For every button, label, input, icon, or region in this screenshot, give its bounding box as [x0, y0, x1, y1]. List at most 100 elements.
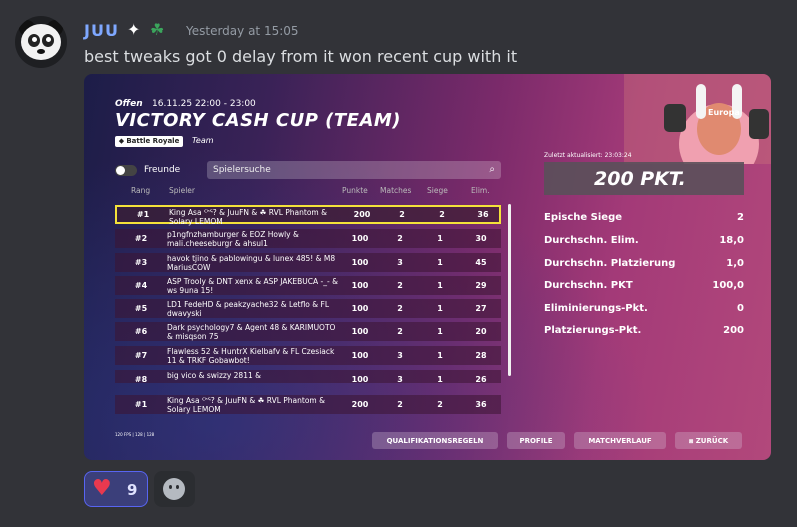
points: 100: [351, 281, 369, 290]
elims: 20: [475, 327, 487, 336]
table-row[interactable]: #3 havok tjino & pablowingu & lunex 485! …: [115, 253, 501, 272]
rank: #7: [134, 351, 148, 360]
stat-label: Epische Siege: [544, 212, 623, 223]
matches: 2: [397, 234, 403, 243]
rules-button[interactable]: QUALIFIKATIONSREGELN: [372, 432, 498, 449]
rank: #5: [134, 304, 148, 313]
col-matches: Matches: [380, 186, 412, 195]
timestamp[interactable]: Yesterday at 15:05: [186, 24, 299, 38]
elims: 26: [475, 375, 487, 383]
team-names: p1ngfnzhamburger & EOZ Howly & mali.chee…: [167, 230, 299, 248]
avatar-eye: [42, 34, 54, 47]
elims: 27: [475, 304, 487, 313]
points: 100: [351, 234, 369, 243]
scrollbar[interactable]: [508, 204, 511, 376]
matches: 2: [397, 304, 403, 313]
avatar-eye: [28, 34, 40, 47]
rank: #8: [134, 375, 148, 383]
elims: 36: [475, 400, 487, 409]
sparkle-icon: ✦: [127, 20, 141, 39]
wins: 1: [437, 375, 443, 383]
rank: #4: [134, 281, 148, 290]
mode-badge: ⬥ Battle Royale: [115, 136, 184, 147]
wins: 2: [437, 400, 443, 409]
table-row[interactable]: #8 big vico & swizzy 2811 & 100 3 1 26: [115, 370, 501, 383]
rank: #3: [134, 258, 148, 267]
tournament-title: VICTORY CASH CUP (TEAM): [115, 110, 402, 131]
rank: #1: [136, 210, 150, 219]
last-updated: Zuletzt aktualisiert: 23:03:24: [544, 152, 632, 159]
points: 100: [351, 327, 369, 336]
table-row[interactable]: #1 King Asa ᑦᑋᕐ? & JuuFN & ☘ RVL Phantom …: [115, 205, 501, 226]
matches: 3: [397, 258, 403, 267]
team-names: ASP Trooly & DNT xenx & ASP JAKEBUCA -_-…: [167, 277, 338, 295]
rank: #2: [134, 234, 148, 243]
match-history-button[interactable]: MATCHVERLAUF: [574, 432, 666, 449]
points: 100: [351, 351, 369, 360]
elims: 30: [475, 234, 487, 243]
points: 100: [351, 375, 369, 383]
mode-type: Team: [192, 136, 214, 145]
stat-label: Platzierungs-Pkt.: [544, 325, 642, 336]
col-points: Punkte: [342, 186, 368, 195]
points: 200: [353, 210, 371, 219]
points: 100: [351, 304, 369, 313]
attached-screenshot[interactable]: Offen 16.11.25 22:00 - 23:00 VICTORY CAS…: [84, 74, 771, 460]
search-icon: ⌕: [489, 164, 495, 175]
friends-toggle[interactable]: [115, 165, 137, 176]
back-label: ZURÜCK: [695, 437, 729, 445]
team-names: Dark psychology7 & Agent 48 & KARIMUOTO …: [167, 323, 336, 341]
table-row[interactable]: #5 LD1 FedeHD & peakzyache32 & Letflo & F…: [115, 299, 501, 318]
stat-value: 1,0: [726, 258, 744, 269]
col-wins: Siege: [427, 186, 448, 195]
team-names: havok tjino & pablowingu & lunex 485! & …: [167, 254, 336, 272]
matches: 3: [397, 351, 403, 360]
player-search-input[interactable]: Spielersuche ⌕: [207, 161, 501, 179]
table-row[interactable]: #2 p1ngfnzhamburger & EOZ Howly & mali.ch…: [115, 229, 501, 248]
tournament-status: Offen: [115, 99, 143, 109]
profile-button[interactable]: PROFILE: [507, 432, 565, 449]
matches: 2: [397, 327, 403, 336]
wins: 1: [437, 327, 443, 336]
points-box: 200 PKT.: [544, 162, 744, 195]
team-names: Flawless 52 & HuntrX Kielbafv & FL Czesi…: [167, 347, 335, 365]
avatar-face: [21, 24, 61, 60]
matches: 2: [397, 281, 403, 290]
table-row[interactable]: #4 ASP Trooly & DNT xenx & ASP JAKEBUCA -…: [115, 276, 501, 295]
heart-reaction[interactable]: ♥ 9: [84, 471, 148, 507]
stat-value: 2: [737, 212, 744, 223]
wins: 1: [437, 281, 443, 290]
username[interactable]: JUU: [84, 21, 119, 40]
clover-icon: ☘: [150, 20, 165, 39]
stat-value: 100,0: [712, 280, 744, 291]
table-row[interactable]: #7 Flawless 52 & HuntrX Kielbafv & FL Cze…: [115, 346, 501, 365]
user-avatar[interactable]: [15, 16, 67, 68]
stat-value: 18,0: [719, 235, 744, 246]
rank: #1: [134, 400, 148, 409]
matches: 2: [397, 400, 403, 409]
matches: 3: [397, 375, 403, 383]
smiley-icon: [163, 478, 185, 500]
points-display: 200 PKT.: [594, 168, 686, 190]
team-names: big vico & swizzy 2811 &: [167, 371, 261, 380]
add-reaction-button[interactable]: [154, 471, 195, 507]
wins: 2: [439, 210, 445, 219]
elims: 29: [475, 281, 487, 290]
mode-label: Battle Royale: [126, 137, 180, 145]
stat-label: Eliminierungs-Pkt.: [544, 303, 648, 314]
message-text: best tweaks got 0 delay from it won rece…: [84, 47, 518, 66]
stat-label: Durchschn. PKT: [544, 280, 633, 291]
table-row[interactable]: #6 Dark psychology7 & Agent 48 & KARIMUOT…: [115, 322, 501, 341]
back-button[interactable]: ⧈ ZURÜCK: [675, 432, 742, 449]
discord-message: JUU ✦ ☘ Yesterday at 15:05 best tweaks g…: [0, 0, 797, 527]
character-art: [624, 74, 771, 164]
pinned-row[interactable]: #1 King Asa ᑦᑋᕐ? & JuuFN & ☘ RVL Phantom…: [115, 395, 501, 414]
elims: 36: [477, 210, 489, 219]
region-label: Europa: [708, 108, 740, 117]
heart-icon: ♥: [92, 476, 112, 501]
team-names: King Asa ᑦᑋᕐ? & JuuFN & ☘ RVL Phantom & …: [169, 208, 327, 226]
matches: 2: [399, 210, 405, 219]
friends-label: Freunde: [144, 165, 181, 175]
team-names: King Asa ᑦᑋᕐ? & JuuFN & ☘ RVL Phantom & …: [167, 396, 325, 414]
elims: 45: [475, 258, 487, 267]
